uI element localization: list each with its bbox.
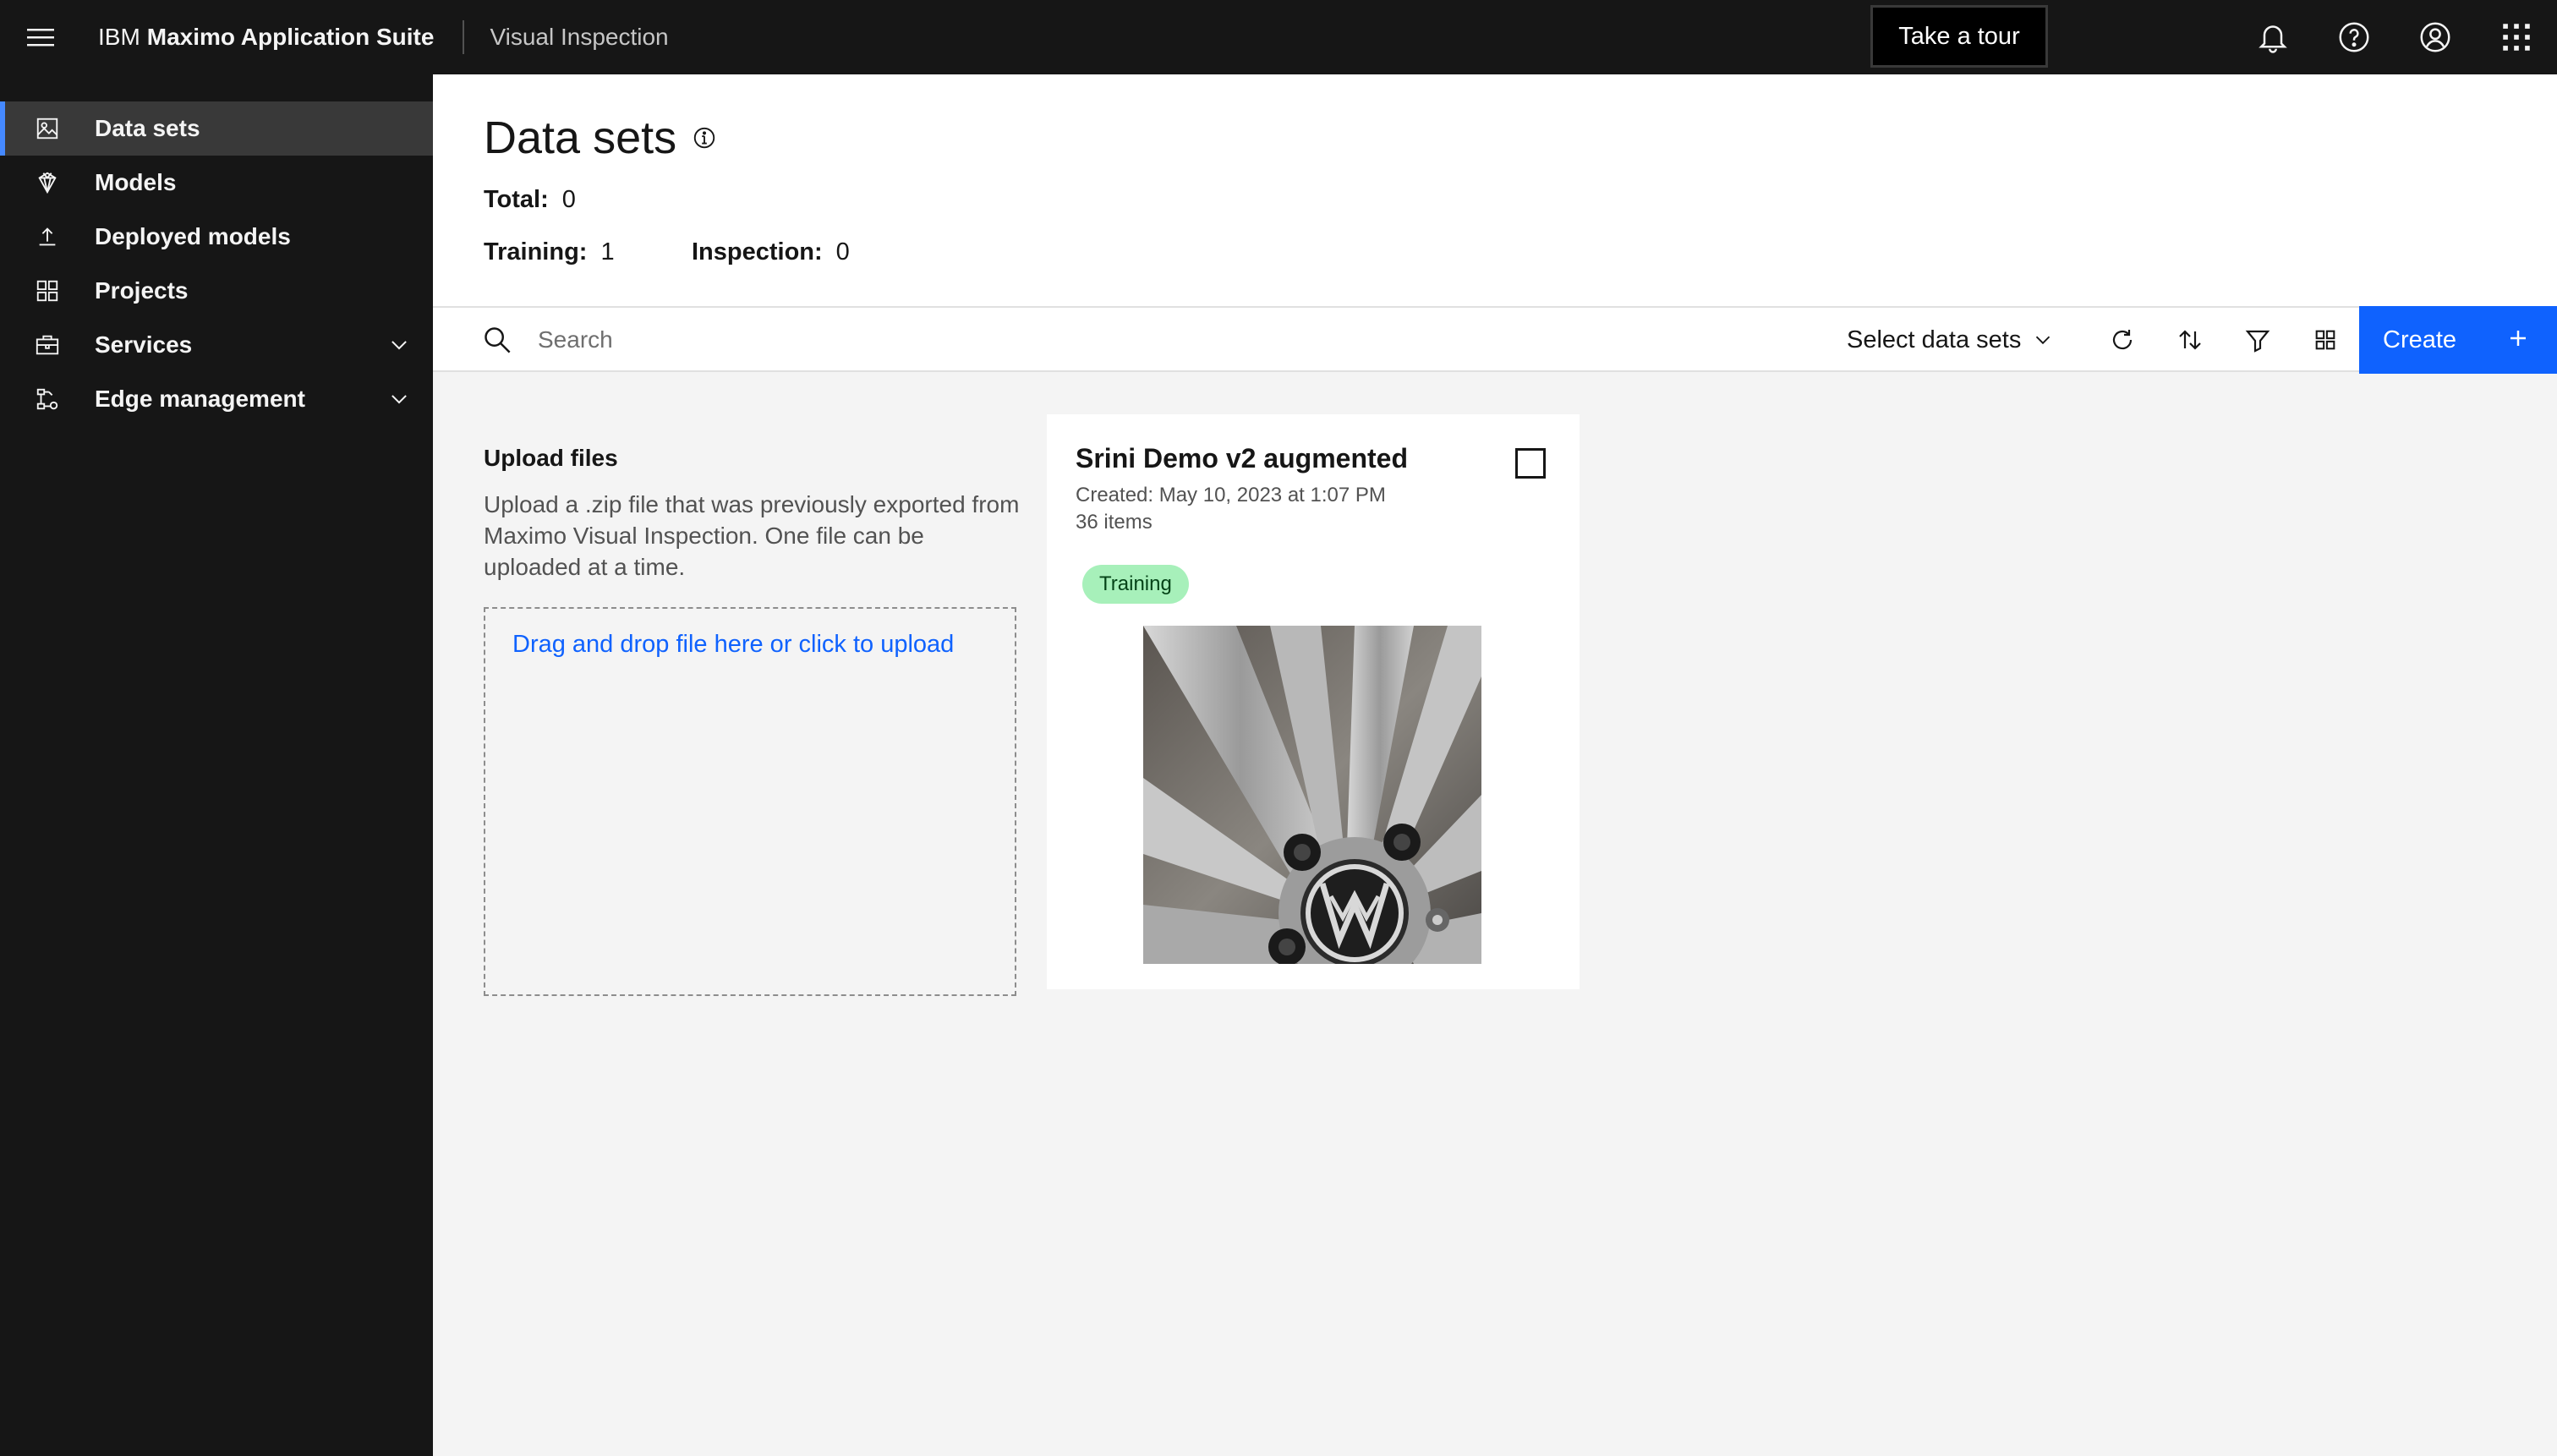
dataset-item-count: 36 items <box>1076 511 1153 534</box>
training-value: 1 <box>600 238 615 265</box>
inspection-label: Inspection: <box>692 238 823 265</box>
edge-management-icon <box>0 372 95 426</box>
inspection-value: 0 <box>835 238 850 265</box>
brand[interactable]: IBM Maximo Application Suite <box>98 0 434 74</box>
filter-icon[interactable] <box>2224 308 2291 372</box>
total-value: 0 <box>561 186 576 213</box>
data-sets-icon <box>0 101 95 156</box>
app-switcher-icon[interactable] <box>2476 0 2557 74</box>
sidebar-item-deployed-models[interactable]: Deployed models <box>0 210 433 264</box>
search-input[interactable] <box>538 316 1299 364</box>
training-stat: Training: 1 <box>484 238 615 266</box>
grid-view-icon[interactable] <box>2291 308 2359 372</box>
page-header: Data sets Total: 0 Training: 1 Inspection:… <box>433 74 2557 306</box>
training-tag: Training <box>1082 565 1189 604</box>
header-divider <box>463 20 465 54</box>
total-label: Total: <box>484 186 549 213</box>
page-title-wrap: Data sets <box>484 112 717 164</box>
dataset-card[interactable]: Srini Demo v2 augmented Created: May 10,… <box>1047 414 1580 989</box>
inspection-stat: Inspection: 0 <box>692 238 850 266</box>
sidebar-item-label: Edge management <box>95 386 305 412</box>
dataset-select-checkbox[interactable] <box>1515 448 1546 479</box>
sidebar-item-data-sets[interactable]: Data sets <box>0 101 433 156</box>
chevron-down-icon <box>365 334 433 356</box>
sort-icon[interactable] <box>2156 308 2224 372</box>
menu-icon[interactable] <box>0 0 81 74</box>
sidebar-item-label: Services <box>95 331 193 358</box>
brand-name: Maximo Application Suite <box>146 24 435 50</box>
brand-prefix: IBM <box>98 24 140 50</box>
user-avatar-icon[interactable] <box>2395 0 2476 74</box>
sidebar-item-label: Data sets <box>95 115 200 141</box>
select-data-sets-dropdown[interactable]: Select data sets <box>1847 308 2053 372</box>
sidebar-item-services[interactable]: Services <box>0 318 433 372</box>
total-stat: Total: 0 <box>484 186 576 214</box>
dataset-thumbnail-image <box>1143 626 1481 964</box>
search-icon <box>482 325 512 359</box>
sidebar-item-edge-management[interactable]: Edge management <box>0 372 433 426</box>
take-tour-button[interactable]: Take a tour <box>1870 5 2048 68</box>
side-nav: Data sets Models Deployed models Project… <box>0 74 433 1456</box>
sidebar-item-label: Models <box>95 169 177 195</box>
services-icon <box>0 318 95 372</box>
file-dropzone[interactable]: Drag and drop file here or click to uplo… <box>484 607 1016 996</box>
help-icon[interactable] <box>2313 0 2395 74</box>
upload-description: Upload a .zip file that was previously e… <box>484 491 1020 580</box>
page-title: Data sets <box>484 112 677 163</box>
dropzone-link[interactable]: Drag and drop file here or click to uplo… <box>512 631 954 659</box>
training-label: Training: <box>484 238 588 265</box>
product-name: Visual Inspection <box>490 24 669 50</box>
toolbar: Select data sets Create <box>433 306 2557 374</box>
chevron-down-icon <box>2033 330 2053 350</box>
refresh-icon[interactable] <box>2089 308 2156 372</box>
projects-icon <box>0 264 95 318</box>
top-header: IBM Maximo Application Suite Visual Insp… <box>0 0 2557 74</box>
info-icon[interactable] <box>692 125 717 151</box>
model-icon <box>0 156 95 210</box>
dataset-title: Srini Demo v2 augmented <box>1076 443 1408 473</box>
upload-title: Upload files <box>484 445 618 471</box>
notification-icon[interactable] <box>2232 0 2313 74</box>
dataset-created: Created: May 10, 2023 at 1:07 PM <box>1076 484 1386 506</box>
sidebar-item-label: Projects <box>95 277 189 304</box>
sidebar-item-models[interactable]: Models <box>0 156 433 210</box>
create-button[interactable]: Create <box>2359 306 2557 374</box>
plus-icon <box>2503 323 2533 360</box>
create-label: Create <box>2383 326 2457 353</box>
sidebar-item-label: Deployed models <box>95 223 291 249</box>
chevron-down-icon <box>365 388 433 410</box>
select-data-sets-label: Select data sets <box>1847 326 2022 353</box>
deploy-icon <box>0 210 95 264</box>
sidebar-item-projects[interactable]: Projects <box>0 264 433 318</box>
